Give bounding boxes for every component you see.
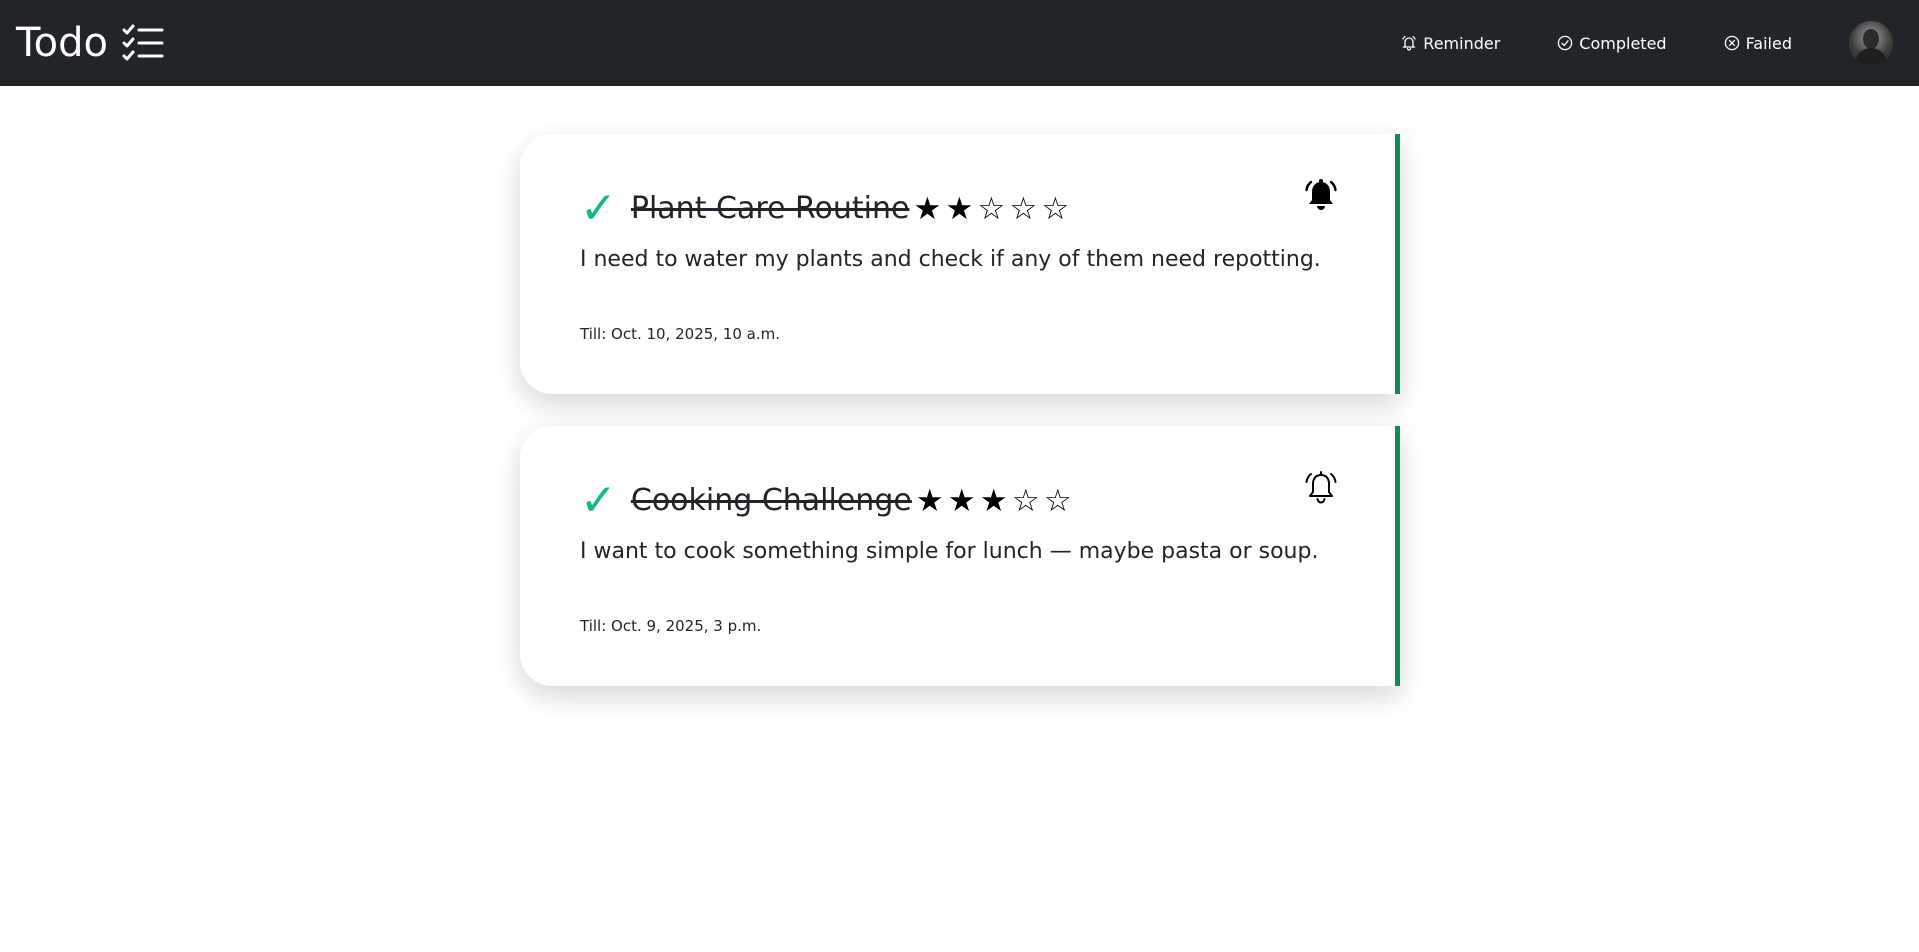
nav-failed-label: Failed — [1745, 33, 1792, 53]
star-filled-icon: ★ — [947, 483, 976, 519]
card-accent-bar — [1395, 134, 1400, 394]
checkmark-icon: ✓ — [580, 475, 617, 526]
brand-title: Todo — [16, 20, 108, 66]
card-accent-bar — [1395, 426, 1400, 686]
avatar-body-shape — [1856, 48, 1886, 65]
list-check-icon — [122, 24, 164, 62]
star-empty-icon: ☆ — [1041, 191, 1070, 227]
star-filled-icon: ★ — [915, 483, 944, 519]
task-title-row: ✓ Plant Care Routine ★ ★ ☆ ☆ ☆ — [580, 184, 1071, 234]
nav-links: Reminder Completed Failed — [1401, 0, 1919, 86]
star-empty-icon: ☆ — [1009, 191, 1038, 227]
star-empty-icon: ☆ — [1043, 483, 1072, 519]
nav-completed-link[interactable]: Completed — [1557, 33, 1667, 53]
task-description: I need to water my plants and check if a… — [580, 247, 1321, 272]
check-circle-icon — [1557, 35, 1573, 51]
x-circle-icon — [1724, 35, 1740, 51]
checkmark-icon: ✓ — [580, 183, 617, 234]
bell-outline-icon[interactable] — [1304, 470, 1338, 506]
bell-icon — [1401, 35, 1417, 51]
navbar: Todo Reminder Completed Failed — [0, 0, 1919, 86]
avatar-head-shape — [1863, 29, 1879, 49]
task-title: Plant Care Routine — [630, 191, 910, 226]
avatar[interactable] — [1849, 21, 1893, 65]
brand-link[interactable]: Todo — [16, 18, 164, 68]
star-filled-icon: ★ — [945, 191, 974, 227]
task-due-date: Till: Oct. 10, 2025, 10 a.m. — [580, 325, 781, 343]
star-empty-icon: ☆ — [977, 191, 1006, 227]
nav-failed-link[interactable]: Failed — [1724, 34, 1792, 53]
nav-reminder-link[interactable]: Reminder — [1401, 34, 1500, 53]
bell-filled-icon[interactable] — [1304, 178, 1338, 214]
nav-reminder-label: Reminder — [1423, 33, 1501, 53]
rating-stars: ★ ★ ☆ ☆ ☆ — [911, 192, 1071, 226]
rating-stars: ★ ★ ★ ☆ ☆ — [914, 484, 1074, 518]
task-due-date: Till: Oct. 9, 2025, 3 p.m. — [580, 617, 762, 635]
task-title: Cooking Challenge — [630, 483, 912, 518]
nav-completed-label: Completed — [1579, 33, 1667, 53]
star-filled-icon: ★ — [913, 191, 942, 227]
task-list: ✓ Plant Care Routine ★ ★ ☆ ☆ ☆ I need to wat… — [520, 134, 1400, 718]
star-empty-icon: ☆ — [1011, 483, 1040, 519]
task-card[interactable]: ✓ Cooking Challenge ★ ★ ★ ☆ ☆ I want to cook… — [520, 426, 1400, 686]
task-title-row: ✓ Cooking Challenge ★ ★ ★ ☆ ☆ — [580, 476, 1074, 526]
task-description: I want to cook something simple for lunc… — [580, 539, 1319, 564]
task-card[interactable]: ✓ Plant Care Routine ★ ★ ☆ ☆ ☆ I need to wat… — [520, 134, 1400, 394]
star-filled-icon: ★ — [979, 483, 1008, 519]
